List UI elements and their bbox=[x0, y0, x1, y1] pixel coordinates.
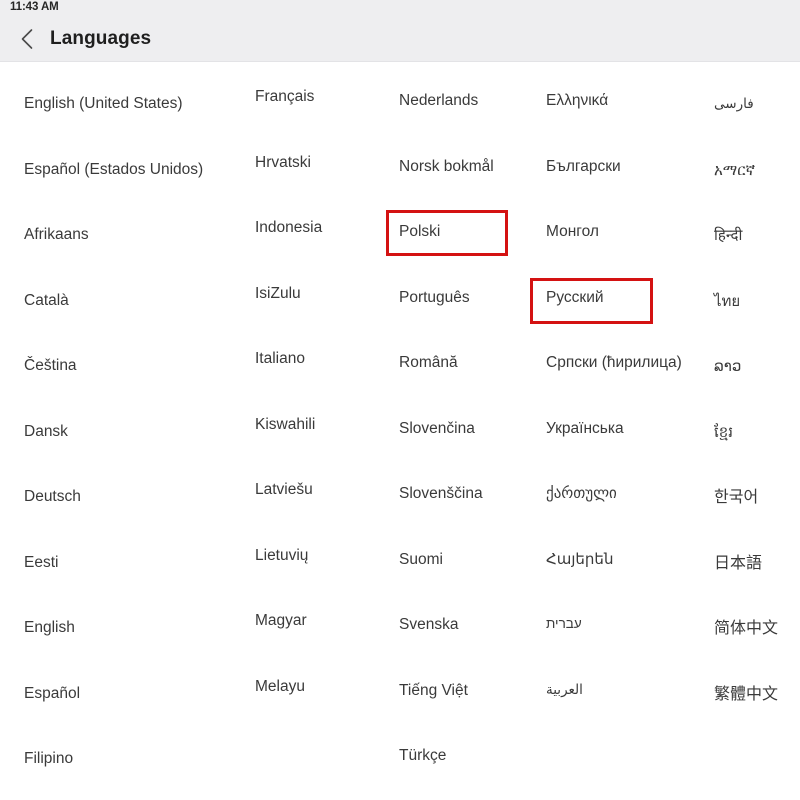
language-item[interactable]: Español bbox=[24, 685, 80, 702]
language-item[interactable]: ខ្មែរ bbox=[714, 425, 733, 440]
language-item[interactable]: Română bbox=[399, 355, 458, 371]
language-item[interactable]: English (United States) bbox=[24, 96, 183, 112]
language-item[interactable]: العربية bbox=[546, 682, 583, 697]
language-item[interactable]: Filipino bbox=[24, 751, 73, 767]
language-item[interactable]: Español (Estados Unidos) bbox=[24, 161, 203, 178]
language-item[interactable]: עברית bbox=[546, 617, 582, 631]
language-item[interactable]: 简体中文 bbox=[714, 621, 778, 637]
language-item[interactable]: IsiZulu bbox=[255, 285, 301, 302]
language-item[interactable]: አማርኛ bbox=[714, 163, 755, 178]
language-item[interactable]: Slovenščina bbox=[399, 486, 483, 502]
language-list: English (United States) Español (Estados … bbox=[0, 63, 800, 800]
language-item[interactable]: Slovenčina bbox=[399, 420, 475, 437]
page-title: Languages bbox=[50, 28, 152, 49]
language-item[interactable]: Svenska bbox=[399, 617, 458, 633]
language-item[interactable]: Lietuvių bbox=[255, 547, 308, 564]
language-item[interactable]: Nederlands bbox=[399, 93, 478, 109]
language-item[interactable]: Türkçe bbox=[399, 748, 446, 764]
back-button[interactable] bbox=[14, 24, 40, 54]
language-item[interactable]: ไทย bbox=[714, 294, 740, 309]
language-item[interactable]: Português bbox=[399, 289, 470, 306]
language-item[interactable]: Українська bbox=[546, 420, 624, 437]
language-item[interactable]: Русский bbox=[546, 289, 604, 306]
language-item[interactable]: Latviešu bbox=[255, 482, 313, 498]
language-item[interactable]: Hrvatski bbox=[255, 154, 311, 171]
language-item[interactable]: Tiếng Việt bbox=[399, 682, 468, 699]
language-item[interactable]: فارسی bbox=[714, 97, 754, 111]
language-item[interactable]: Dansk bbox=[24, 423, 68, 440]
language-item[interactable]: Català bbox=[24, 292, 69, 309]
language-item[interactable]: Монгол bbox=[546, 224, 599, 240]
language-item[interactable]: Melayu bbox=[255, 678, 305, 695]
chevron-left-icon bbox=[19, 28, 35, 50]
language-item[interactable]: 한국어 bbox=[714, 490, 758, 506]
status-bar-clock: 11:43 AM bbox=[10, 1, 59, 14]
language-item[interactable]: Norsk bokmål bbox=[399, 158, 494, 175]
language-item[interactable]: Deutsch bbox=[24, 489, 81, 505]
language-item[interactable]: 繁體中文 bbox=[714, 686, 778, 703]
language-item[interactable]: Ελληνικά bbox=[546, 93, 608, 109]
language-item[interactable]: हिन्दी bbox=[714, 228, 742, 243]
app-bar: Languages bbox=[0, 16, 800, 62]
language-item[interactable]: Indonesia bbox=[255, 220, 322, 236]
language-item[interactable]: ລາວ bbox=[714, 359, 741, 374]
language-item[interactable]: ქართული bbox=[546, 486, 617, 501]
language-item[interactable]: Čeština bbox=[24, 358, 77, 374]
language-item[interactable]: Magyar bbox=[255, 613, 307, 629]
language-item[interactable]: Српски (ћирилица) bbox=[546, 355, 682, 371]
language-item[interactable]: Afrikaans bbox=[24, 227, 89, 243]
language-item[interactable]: Kiswahili bbox=[255, 416, 315, 433]
language-item[interactable]: Italiano bbox=[255, 351, 305, 367]
language-item[interactable]: Eesti bbox=[24, 554, 58, 571]
status-bar: 11:43 AM bbox=[0, 0, 800, 16]
language-item[interactable]: Français bbox=[255, 89, 314, 105]
language-item[interactable]: Български bbox=[546, 158, 621, 175]
language-item[interactable]: Հայերեն bbox=[546, 552, 613, 567]
language-item[interactable]: 日本語 bbox=[714, 555, 762, 572]
language-item[interactable]: English bbox=[24, 620, 75, 636]
language-item[interactable]: Suomi bbox=[399, 551, 443, 568]
language-item[interactable]: Polski bbox=[399, 224, 440, 240]
